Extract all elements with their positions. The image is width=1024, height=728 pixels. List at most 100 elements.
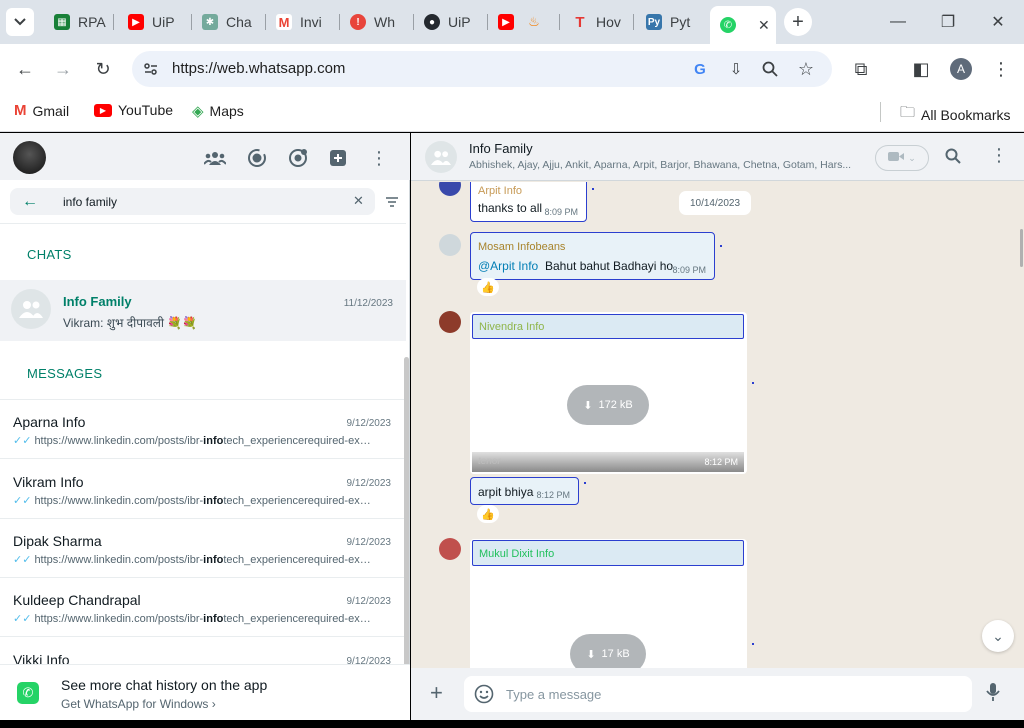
promo-title: See more chat history on the app <box>61 677 268 693</box>
search-icon[interactable] <box>945 148 961 169</box>
filter-icon[interactable] <box>384 194 400 210</box>
bookmark-label: YouTube <box>118 102 174 118</box>
close-window-button[interactable]: ✕ <box>978 8 1018 36</box>
browser-tab[interactable]: ▦ RPA <box>44 8 114 36</box>
tab-search-button[interactable] <box>6 8 34 36</box>
promo-subtitle: Get WhatsApp for Windows <box>61 697 209 711</box>
scrollbar[interactable] <box>404 357 409 682</box>
scroll-to-bottom-button[interactable]: ⌄ <box>982 620 1014 652</box>
all-bookmarks-button[interactable]: 🗀 All Bookmarks <box>900 102 1010 127</box>
message-result-item[interactable]: Kuldeep Chandrapal 9/12/2023 ✓✓ https://w… <box>0 578 406 637</box>
browser-tab[interactable]: ! Wh <box>340 8 414 36</box>
message-result-item[interactable]: Aparna Info 9/12/2023 ✓✓ https://www.link… <box>0 400 406 459</box>
bookmark-youtube[interactable]: ▶ YouTube <box>94 102 173 118</box>
zoom-icon[interactable] <box>758 57 782 81</box>
browser-tab[interactable]: T Hov <box>562 8 634 36</box>
site-info-icon[interactable] <box>142 60 160 78</box>
reaction-badge[interactable]: 👍 <box>477 278 499 296</box>
menu-icon[interactable]: ⋮ <box>990 145 1008 166</box>
communities-icon[interactable] <box>204 147 226 169</box>
video-call-button[interactable]: ⌄ <box>875 145 929 171</box>
message-composer: + Type a message <box>411 668 1024 720</box>
media-message-bubble[interactable]: Mukul Dixit Info ⬇ 17 kB <box>470 539 747 668</box>
restore-button[interactable]: ❐ <box>928 8 968 36</box>
browser-tab[interactable]: Py Pyt <box>636 8 710 36</box>
message-bubble[interactable]: Arpit Info thanks to all 8:09 PM <box>470 182 587 222</box>
avatar[interactable] <box>13 141 46 174</box>
back-button[interactable]: ← <box>10 54 40 84</box>
url-text[interactable]: https://web.whatsapp.com <box>172 60 345 77</box>
microphone-icon[interactable] <box>986 682 1000 707</box>
clear-search-icon[interactable]: ✕ <box>353 193 364 209</box>
new-tab-button[interactable]: + <box>784 8 812 36</box>
sender-name: Mosam Infobeans <box>478 241 566 253</box>
download-icon: ⬇ <box>583 399 593 412</box>
promo-link[interactable]: Get WhatsApp for Windows › <box>61 697 216 711</box>
tab-label: Invi <box>300 14 322 30</box>
mention-link[interactable]: @Arpit Info <box>478 259 538 273</box>
menu-icon[interactable]: ⋮ <box>368 147 390 169</box>
attach-plus-icon[interactable]: + <box>430 680 443 706</box>
tab-label: Hov <box>596 14 621 30</box>
profile-button[interactable]: A <box>946 54 976 84</box>
group-avatar-icon <box>11 289 51 329</box>
browser-tab[interactable]: ✱ Cha <box>192 8 266 36</box>
browser-tab[interactable]: ▶ UiP <box>118 8 192 36</box>
browser-tab[interactable]: ▶ <box>488 8 518 36</box>
new-chat-icon[interactable] <box>327 147 349 169</box>
browser-tab-active[interactable]: ✆ ✕ <box>710 6 776 44</box>
message-time: 8:12 PM <box>536 490 570 500</box>
browser-tab[interactable]: ♨ <box>516 8 560 36</box>
extensions-button[interactable]: ⧉ <box>846 54 876 84</box>
chat-item-info-family[interactable]: Info Family 11/12/2023 Vikram: शुभ दीपाव… <box>0 280 406 341</box>
bookmark-maps[interactable]: ◈ Maps <box>192 102 244 120</box>
double-check-icon: ✓✓ <box>13 495 32 507</box>
message-input[interactable]: Type a message <box>464 676 972 712</box>
status-icon[interactable] <box>246 147 268 169</box>
bookmark-label: Maps <box>209 103 244 119</box>
google-lens-icon[interactable]: G <box>688 57 712 81</box>
emoji-icon[interactable] <box>474 684 494 704</box>
left-header: ⋮ <box>0 133 410 180</box>
browser-tab[interactable]: ● UiP <box>414 8 488 36</box>
browser-tab[interactable]: M Invi <box>266 8 340 36</box>
sender-name: Arpit Info <box>478 185 523 197</box>
get-app-banner[interactable]: ✆ See more chat history on the app Get W… <box>0 664 410 720</box>
avatar <box>439 234 461 256</box>
download-button[interactable]: ⬇ 17 kB <box>570 634 646 668</box>
message-list: Arpit Info thanks to all 8:09 PM 10/14/2… <box>411 182 1024 668</box>
group-avatar-icon[interactable] <box>425 141 457 173</box>
close-tab-icon[interactable]: ✕ <box>758 17 770 34</box>
install-app-icon[interactable]: ⇩ <box>724 57 748 81</box>
contact-name: Dipak Sharma <box>13 533 102 549</box>
bookmark-star-icon[interactable]: ☆ <box>794 57 818 81</box>
message-bubble[interactable]: arpit bhiya 8:12 PM <box>470 477 579 505</box>
back-arrow-icon[interactable]: ← <box>22 193 38 211</box>
conversation-header[interactable]: Info Family Abhishek, Ajay, Ajju, Ankit,… <box>411 133 1024 181</box>
conversation-title: Info Family <box>469 141 533 156</box>
message-result-item[interactable]: Vikram Info 9/12/2023 ✓✓ https://www.link… <box>0 460 406 519</box>
whatsapp-icon: ✆ <box>720 17 736 33</box>
forward-button[interactable]: → <box>48 54 78 84</box>
message-result-item[interactable]: Dipak Sharma 9/12/2023 ✓✓ https://www.lin… <box>0 519 406 578</box>
chevron-down-icon: ⌄ <box>992 627 1004 644</box>
message-text: thanks to all <box>478 201 543 215</box>
youtube-icon: ▶ <box>94 103 112 117</box>
side-panel-button[interactable]: ◧ <box>906 54 936 84</box>
puzzle-icon: ⧉ <box>854 58 868 79</box>
download-button[interactable]: ⬇ 172 kB <box>567 385 649 425</box>
chrome-menu-button[interactable]: ⋮ <box>986 54 1016 84</box>
reaction-badge[interactable]: 👍 <box>477 505 499 523</box>
message-bubble[interactable]: Mosam Infobeans @Arpit Info Bahut bahut … <box>470 232 715 280</box>
close-icon: ✕ <box>991 14 1005 31</box>
search-box[interactable]: ← info family ✕ <box>10 188 375 215</box>
link-text: tech_experiencerequired-ex… <box>223 554 371 566</box>
search-input[interactable]: info family <box>63 195 117 209</box>
scrollbar[interactable] <box>1020 229 1023 267</box>
bookmark-gmail[interactable]: M Gmail <box>14 102 69 119</box>
reload-button[interactable]: ↻ <box>88 54 118 84</box>
minimize-button[interactable]: — <box>878 8 918 36</box>
media-message-bubble[interactable]: Nivendra Info ⬇ 172 kB tenor 8:12 PM <box>470 312 747 474</box>
channels-icon[interactable] <box>287 147 309 169</box>
address-bar[interactable]: https://web.whatsapp.com G ⇩ ☆ <box>132 51 832 87</box>
